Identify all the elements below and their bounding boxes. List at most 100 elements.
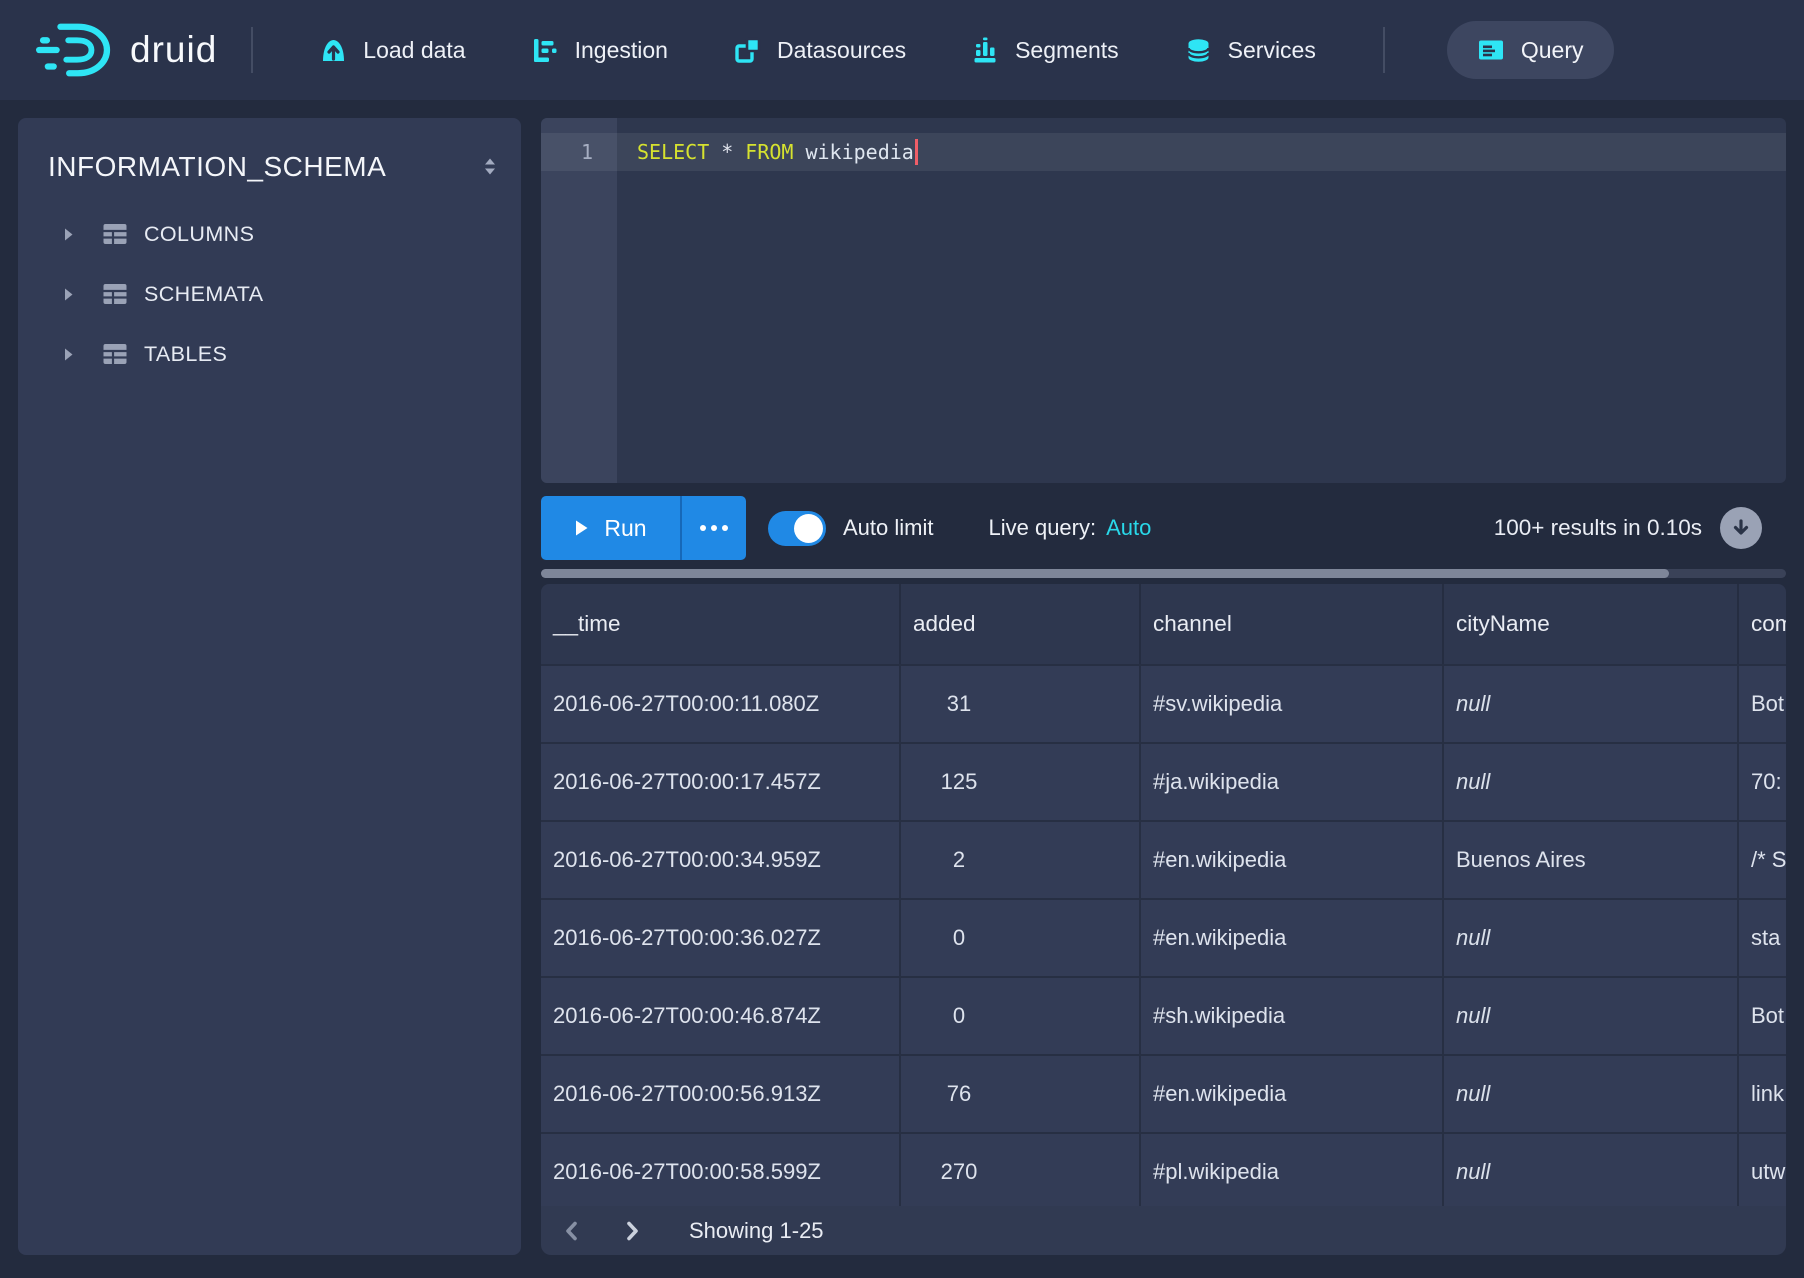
druid-logo[interactable]: druid — [36, 19, 217, 81]
cell-cityName[interactable]: null — [1444, 978, 1739, 1054]
cell-comment[interactable]: link — [1739, 1056, 1786, 1132]
cell-time[interactable]: 2016-06-27T00:00:34.959Z — [541, 822, 901, 898]
run-label: Run — [604, 515, 646, 542]
column-header-added[interactable]: added — [901, 584, 1141, 664]
cell-comment[interactable]: /* S — [1739, 822, 1786, 898]
nav-divider — [251, 27, 253, 73]
cell-comment[interactable]: sta — [1739, 900, 1786, 976]
chevron-right-icon — [621, 1220, 643, 1242]
cell-added[interactable]: 0 — [901, 978, 1141, 1054]
nav-item-label: Datasources — [777, 37, 906, 64]
sql-identifier: wikipedia — [805, 140, 913, 164]
nav-item-label: Ingestion — [575, 37, 668, 64]
results-header-row: __time added channel cityName comment — [541, 584, 1786, 664]
upload-icon — [320, 37, 347, 64]
more-dots-icon — [700, 525, 706, 531]
cell-comment[interactable]: utw — [1739, 1134, 1786, 1206]
run-button[interactable]: Run — [541, 496, 680, 560]
showing-label: Showing 1-25 — [689, 1218, 824, 1244]
column-header-cityname[interactable]: cityName — [1444, 584, 1739, 664]
cell-time[interactable]: 2016-06-27T00:00:58.599Z — [541, 1134, 901, 1206]
line-number: 1 — [541, 133, 593, 171]
column-header-comment[interactable]: comment — [1739, 584, 1786, 664]
cell-added[interactable]: 2 — [901, 822, 1141, 898]
text-cursor — [915, 139, 918, 165]
cell-added[interactable]: 31 — [901, 666, 1141, 742]
cell-comment[interactable]: 70: — [1739, 744, 1786, 820]
tree-item-columns[interactable]: COLUMNS — [18, 204, 521, 264]
cell-channel[interactable]: #sh.wikipedia — [1141, 978, 1444, 1054]
tree-item-label: TABLES — [144, 342, 227, 367]
auto-limit-label: Auto limit — [843, 515, 933, 541]
cell-time[interactable]: 2016-06-27T00:00:17.457Z — [541, 744, 901, 820]
nav-item-ingestion[interactable]: Ingestion — [532, 37, 668, 64]
sql-editor[interactable]: 1 SELECT*FROMwikipedia — [541, 118, 1786, 483]
nav-divider — [1383, 27, 1385, 73]
nav-item-datasources[interactable]: Datasources — [734, 37, 906, 64]
column-header-channel[interactable]: channel — [1141, 584, 1444, 664]
cell-cityName[interactable]: Buenos Aires — [1444, 822, 1739, 898]
sql-keyword: SELECT — [637, 140, 709, 164]
download-icon — [1730, 517, 1752, 539]
tree-item-tables[interactable]: TABLES — [18, 324, 521, 384]
chevron-right-icon — [60, 286, 77, 303]
cell-time[interactable]: 2016-06-27T00:00:46.874Z — [541, 978, 901, 1054]
editor-gutter — [541, 118, 617, 483]
nav-item-services[interactable]: Services — [1185, 37, 1316, 64]
tree-item-label: COLUMNS — [144, 222, 254, 247]
datasources-icon — [734, 37, 761, 64]
table-row: 2016-06-27T00:00:46.874Z0#sh.wikipedianu… — [541, 976, 1786, 1054]
nav-item-label: Segments — [1015, 37, 1119, 64]
cell-cityName[interactable]: null — [1444, 900, 1739, 976]
cell-cityName[interactable]: null — [1444, 666, 1739, 742]
schema-tree: COLUMNS SCHEMATA T — [18, 204, 521, 384]
table-row: 2016-06-27T00:00:36.027Z0#en.wikipedianu… — [541, 898, 1786, 976]
chevron-right-icon — [60, 346, 77, 363]
nav-item-label: Load data — [363, 37, 465, 64]
cell-channel[interactable]: #sv.wikipedia — [1141, 666, 1444, 742]
table-icon — [101, 220, 129, 248]
tree-item-schemata[interactable]: SCHEMATA — [18, 264, 521, 324]
cell-added[interactable]: 0 — [901, 900, 1141, 976]
schema-title: INFORMATION_SCHEMA — [48, 151, 386, 183]
cell-channel[interactable]: #en.wikipedia — [1141, 822, 1444, 898]
next-page-button[interactable] — [615, 1211, 649, 1251]
cell-cityName[interactable]: null — [1444, 1134, 1739, 1206]
cell-channel[interactable]: #pl.wikipedia — [1141, 1134, 1444, 1206]
nav-item-query-active[interactable]: Query — [1447, 21, 1614, 79]
chevron-left-icon — [561, 1220, 583, 1242]
tree-item-label: SCHEMATA — [144, 282, 263, 307]
sql-line: SELECT*FROMwikipedia — [637, 133, 918, 171]
ingestion-chart-icon — [532, 37, 559, 64]
cell-time[interactable]: 2016-06-27T00:00:36.027Z — [541, 900, 901, 976]
cell-cityName[interactable]: null — [1444, 744, 1739, 820]
cell-added[interactable]: 125 — [901, 744, 1141, 820]
console-icon — [1477, 36, 1505, 64]
cell-added[interactable]: 76 — [901, 1056, 1141, 1132]
run-more-button[interactable] — [680, 496, 746, 560]
cell-time[interactable]: 2016-06-27T00:00:11.080Z — [541, 666, 901, 742]
cell-channel[interactable]: #en.wikipedia — [1141, 900, 1444, 976]
cell-comment[interactable]: Bot — [1739, 666, 1786, 742]
download-button[interactable] — [1720, 507, 1762, 549]
cell-channel[interactable]: #en.wikipedia — [1141, 1056, 1444, 1132]
query-toolbar: Run Auto limit Live query: Auto 100+ res… — [541, 496, 1786, 560]
prev-page-button[interactable] — [555, 1211, 589, 1251]
cell-cityName[interactable]: null — [1444, 1056, 1739, 1132]
nav-item-segments[interactable]: Segments — [972, 37, 1119, 64]
live-query-value[interactable]: Auto — [1106, 515, 1151, 541]
segments-chart-icon — [972, 37, 999, 64]
double-caret-vertical-icon[interactable] — [477, 154, 503, 180]
cell-comment[interactable]: Bot — [1739, 978, 1786, 1054]
cell-added[interactable]: 270 — [901, 1134, 1141, 1206]
cell-time[interactable]: 2016-06-27T00:00:56.913Z — [541, 1056, 901, 1132]
auto-limit-toggle[interactable] — [768, 511, 826, 546]
live-query-label: Live query: — [988, 515, 1096, 541]
column-header-time[interactable]: __time — [541, 584, 901, 664]
cell-channel[interactable]: #ja.wikipedia — [1141, 744, 1444, 820]
top-navbar: druid Load data Ingestion Datasources — [0, 0, 1804, 100]
results-body: 2016-06-27T00:00:11.080Z31#sv.wikipedian… — [541, 664, 1786, 1206]
results-hscrollbar-thumb[interactable] — [541, 569, 1669, 578]
nav-item-load-data[interactable]: Load data — [320, 37, 465, 64]
table-row: 2016-06-27T00:00:11.080Z31#sv.wikipedian… — [541, 664, 1786, 742]
